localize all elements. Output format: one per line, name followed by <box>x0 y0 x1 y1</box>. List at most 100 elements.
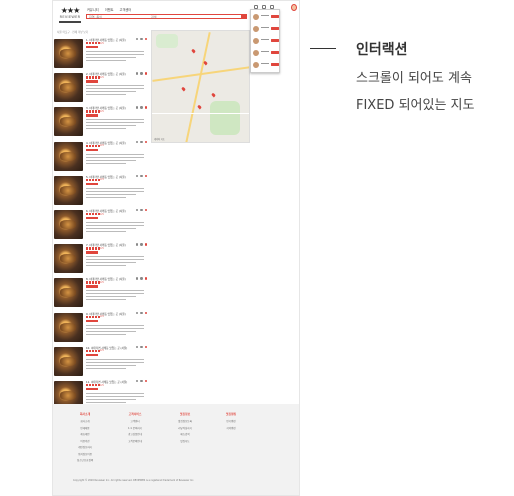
follow-row <box>253 49 279 57</box>
share-icon[interactable] <box>136 209 139 212</box>
heart-icon[interactable] <box>144 277 148 280</box>
follow-button[interactable] <box>271 63 279 66</box>
share-icon[interactable] <box>136 72 139 75</box>
comment-icon[interactable] <box>140 277 143 280</box>
comment-icon[interactable] <box>140 174 143 178</box>
food-thumbnail[interactable] <box>54 175 83 205</box>
review-text-line <box>86 196 126 198</box>
search-bar[interactable]: 지역, 음식 검색 <box>86 14 247 19</box>
nav-community[interactable]: 커뮤니티 <box>87 7 99 12</box>
nav-events[interactable]: 이벤트 <box>105 7 114 12</box>
comment-icon[interactable] <box>140 140 143 143</box>
listing-card[interactable]: 4. 이태리면 사케동 맛있는 곳 (서울) 4.5 <box>54 139 150 171</box>
map-pin-icon[interactable] <box>181 86 186 92</box>
logo-stars: ★★★ <box>60 6 81 15</box>
footer-link[interactable]: 맛집지도 <box>165 439 205 446</box>
follow-row <box>253 25 279 33</box>
share-icon[interactable] <box>136 243 139 246</box>
comment-icon[interactable] <box>140 38 143 41</box>
heart-icon[interactable] <box>144 106 148 109</box>
category-badge <box>86 148 98 151</box>
share-icon[interactable] <box>136 380 139 383</box>
follow-row <box>253 13 279 21</box>
heart-icon[interactable] <box>144 209 148 212</box>
heart-icon[interactable] <box>144 311 148 314</box>
fixed-map[interactable]: 네이버 지도 <box>151 30 250 143</box>
nav-support[interactable]: 고객센터 <box>120 7 132 12</box>
footer-link[interactable]: 고객문의안내 <box>115 439 155 446</box>
comment-icon[interactable] <box>140 380 143 383</box>
footer-link[interactable]: 청소년보호정책 <box>65 458 105 465</box>
comment-icon[interactable] <box>140 72 143 75</box>
logo-underline <box>59 21 81 23</box>
listing-actions <box>136 174 148 178</box>
user-avatar[interactable] <box>291 4 297 11</box>
follow-button[interactable] <box>271 51 279 54</box>
listing-card[interactable]: 3. 이태리면 사케동 맛있는 곳 (서울) 4.5 <box>54 104 150 137</box>
site-logo[interactable]: ★★★ REVIEWER <box>59 7 81 23</box>
rating-stars <box>86 144 100 147</box>
map-pin-icon[interactable] <box>197 104 202 110</box>
review-text-line <box>86 296 136 298</box>
map-attribution: 네이버 지도 <box>154 138 165 141</box>
comment-icon[interactable] <box>140 243 143 246</box>
listing-card[interactable]: 9. 이태리면 사케동 맛있는 곳 (서울) 4.5 <box>54 310 150 342</box>
heart-icon[interactable] <box>144 72 148 75</box>
heart-icon[interactable] <box>144 243 148 246</box>
listing-card[interactable]: 7. 이태리면 사케동 맛있는 곳 (서울) 4.5 <box>54 241 150 274</box>
rating-stars <box>86 213 100 216</box>
category-badge <box>86 114 98 117</box>
footer-heading: 고객서비스 <box>128 412 142 416</box>
listing-actions <box>136 72 148 75</box>
rating-stars <box>86 178 100 182</box>
comment-icon[interactable] <box>140 106 143 109</box>
listing-actions <box>136 380 148 383</box>
food-thumbnail[interactable] <box>54 278 83 308</box>
food-thumbnail[interactable] <box>54 73 83 103</box>
food-thumbnail[interactable] <box>54 312 83 342</box>
follow-button[interactable] <box>271 27 279 30</box>
review-text-line <box>86 122 144 124</box>
comment-icon[interactable] <box>140 209 143 212</box>
map-pin-icon[interactable] <box>191 48 196 54</box>
listing-card[interactable]: 2. 이태리면 사케동 맛있는 곳 (서울) 4.5 <box>54 70 150 103</box>
search-input[interactable]: 지역, 음식 <box>89 15 102 19</box>
copyright: Copyright © 2020 Reviewer Inc. All right… <box>73 479 195 482</box>
review-text-line <box>86 402 126 403</box>
food-thumbnail[interactable] <box>54 141 83 171</box>
share-icon[interactable] <box>136 140 139 143</box>
listing-card[interactable]: 10. 이태리면 사케동 맛있는 곳 (서울) 4.5 <box>54 344 150 376</box>
share-icon[interactable] <box>136 311 139 314</box>
share-icon[interactable] <box>136 106 139 109</box>
heart-icon[interactable] <box>144 380 148 383</box>
follow-button[interactable] <box>271 15 279 18</box>
share-icon[interactable] <box>136 277 139 280</box>
map-pin-icon[interactable] <box>203 60 208 66</box>
comment-icon[interactable] <box>140 345 143 349</box>
follow-row <box>253 37 279 45</box>
heart-icon[interactable] <box>144 38 148 41</box>
food-thumbnail[interactable] <box>54 39 83 68</box>
listing-card[interactable]: 8. 이태리면 사케동 맛있는 곳 (서울) 4.5 <box>54 275 150 308</box>
footer-link[interactable]: 지역랭킹 <box>211 426 251 433</box>
food-thumbnail[interactable] <box>54 346 83 376</box>
review-text-line <box>86 159 136 161</box>
food-thumbnail[interactable] <box>54 210 83 239</box>
share-icon[interactable] <box>136 38 139 41</box>
share-icon[interactable] <box>136 345 139 349</box>
review-text-line <box>86 293 144 295</box>
heart-icon[interactable] <box>144 345 148 349</box>
food-thumbnail[interactable] <box>54 107 83 137</box>
search-button[interactable] <box>241 15 246 18</box>
listing-card[interactable]: 6. 이태리면 사케동 맛있는 곳 (서울) 4.5 <box>54 207 150 239</box>
comment-icon[interactable] <box>140 311 143 314</box>
heart-icon[interactable] <box>144 140 148 143</box>
follow-button[interactable] <box>271 39 279 42</box>
map-pin-icon[interactable] <box>211 92 216 98</box>
listing-card[interactable]: 5. 이태리면 사케동 맛있는 곳 (서울) 4.5 <box>54 173 150 205</box>
food-thumbnail[interactable] <box>54 244 83 274</box>
listing-card[interactable]: 1. 이태리면 사케동 맛있는 곳 (서울) 4.5 <box>54 36 150 68</box>
review-text-line <box>86 324 144 326</box>
share-icon[interactable] <box>136 174 139 178</box>
heart-icon[interactable] <box>144 174 148 178</box>
